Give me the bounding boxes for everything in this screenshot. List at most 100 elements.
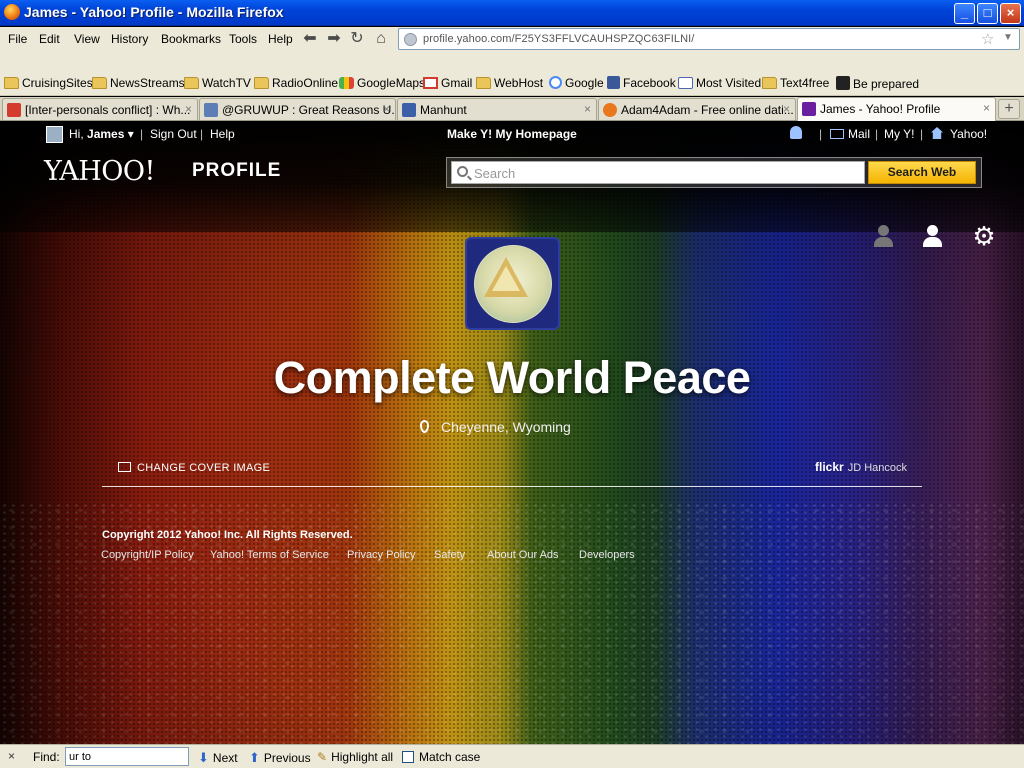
mail-icon[interactable] xyxy=(830,129,844,139)
footer-link-developers[interactable]: Developers xyxy=(579,549,635,561)
close-tab-icon[interactable]: × xyxy=(783,102,790,116)
location-text: Cheyenne, Wyoming xyxy=(441,419,571,435)
bookmark-label: CruisingSites xyxy=(22,76,93,90)
bookmark-newsstreams[interactable]: NewsStreams xyxy=(92,76,185,92)
tab-title: @GRUWUP : Great Reasons U... xyxy=(222,103,396,117)
profile-view-icon[interactable] xyxy=(868,220,900,252)
edit-profile-icon[interactable] xyxy=(918,220,950,252)
footer-link-terms[interactable]: Yahoo! Terms of Service xyxy=(210,549,329,561)
yahoo-profile-page: Hi, James ▾ | Sign Out | Help Make Y! My… xyxy=(0,122,1024,744)
bookmark-label: Most Visited xyxy=(696,76,762,90)
menu-tools[interactable]: Tools xyxy=(229,32,257,46)
bookmark-star-icon[interactable]: ☆ xyxy=(981,30,994,48)
bookmark-facebook[interactable]: Facebook xyxy=(607,76,676,92)
bookmark-googlemaps[interactable]: GoogleMaps xyxy=(339,76,425,92)
folder-icon xyxy=(762,77,777,89)
menu-history[interactable]: History xyxy=(111,32,148,46)
footer-link-ads[interactable]: About Our Ads xyxy=(487,549,559,561)
change-cover-button[interactable]: CHANGE COVER IMAGE xyxy=(118,462,270,474)
yahoo-home-icon[interactable] xyxy=(931,127,943,139)
arrow-up-icon: ⬆ xyxy=(249,750,260,765)
site-identity-icon[interactable] xyxy=(404,33,417,46)
adam4adam-icon xyxy=(603,103,617,117)
yahoo-icon xyxy=(802,102,816,116)
my-yahoo-link[interactable]: My Y! xyxy=(884,127,914,141)
close-tab-icon[interactable]: × xyxy=(584,102,591,116)
close-tab-icon[interactable]: × xyxy=(185,102,192,116)
profile-name: Complete World Peace xyxy=(273,352,751,403)
highlight-all-button[interactable]: ✎ Highlight all xyxy=(317,750,393,764)
menu-view[interactable]: View xyxy=(74,32,100,46)
bookmark-be-prepared[interactable]: Be prepared xyxy=(836,76,919,92)
profile-location: Cheyenne, Wyoming xyxy=(420,419,571,435)
search-input[interactable] xyxy=(474,164,854,182)
match-case-checkbox[interactable] xyxy=(402,751,414,763)
window-titlebar[interactable]: James - Yahoo! Profile - Mozilla Firefox… xyxy=(0,0,1024,26)
reload-icon[interactable]: ↻ xyxy=(347,29,367,49)
photo-credit[interactable]: flickr JD Hancock xyxy=(815,460,907,474)
bookmark-label: Facebook xyxy=(623,76,676,90)
gmail-icon xyxy=(7,103,21,117)
url-dropdown-icon[interactable]: ▼ xyxy=(1003,32,1013,43)
help-link[interactable]: Help xyxy=(210,127,235,141)
close-find-icon[interactable]: × xyxy=(8,749,15,763)
bookmark-most-visited[interactable]: Most Visited xyxy=(678,76,761,92)
bookmark-google[interactable]: Google xyxy=(549,76,604,92)
user-avatar-icon[interactable] xyxy=(46,126,63,143)
find-next-button[interactable]: ⬇ Next xyxy=(198,750,238,766)
match-case-label[interactable]: Match case xyxy=(419,750,480,764)
close-window-button[interactable]: × xyxy=(1000,3,1021,24)
tab-title: [Inter-personals conflict] : Wh... xyxy=(25,103,191,117)
bookmark-text4free[interactable]: Text4free xyxy=(762,76,829,92)
menu-help[interactable]: Help xyxy=(268,32,293,46)
make-homepage-link[interactable]: Make Y! My Homepage xyxy=(447,127,577,141)
menu-file[interactable]: File xyxy=(8,32,27,46)
bookmark-watchtv[interactable]: WatchTV xyxy=(184,76,251,92)
forward-icon[interactable]: ➡ xyxy=(324,29,344,49)
tab-inter-personals[interactable]: [Inter-personals conflict] : Wh... × xyxy=(2,98,198,120)
find-previous-button[interactable]: ⬆ Previous xyxy=(249,750,311,766)
minimize-button[interactable]: _ xyxy=(954,3,975,24)
bookmark-label: Google xyxy=(565,76,604,90)
tab-gruwup[interactable]: @GRUWUP : Great Reasons U... × xyxy=(199,98,396,120)
tab-adam4adam[interactable]: Adam4Adam - Free online dati... × xyxy=(598,98,796,120)
tab-yahoo-profile[interactable]: James - Yahoo! Profile × xyxy=(797,97,996,121)
menu-edit[interactable]: Edit xyxy=(39,32,60,46)
search-icon xyxy=(457,166,468,177)
close-tab-icon[interactable]: × xyxy=(983,101,990,115)
footer-link-copyright[interactable]: Copyright/IP Policy xyxy=(101,549,194,561)
tab-title: James - Yahoo! Profile xyxy=(820,102,941,116)
search-web-button[interactable]: Search Web xyxy=(868,161,976,184)
menu-bookmarks[interactable]: Bookmarks xyxy=(161,32,221,46)
maximize-button[interactable]: □ xyxy=(977,3,998,24)
find-previous-label: Previous xyxy=(263,751,311,765)
back-icon[interactable]: ⬅ xyxy=(300,29,320,49)
bookmark-label: WatchTV xyxy=(202,76,251,90)
url-bar[interactable]: profile.yahoo.com/F25YS3FFLVCAUHSPZQC63F… xyxy=(398,28,1020,50)
mail-link[interactable]: Mail xyxy=(848,127,870,141)
yahoo-logo[interactable]: YAHOO! xyxy=(44,156,155,187)
bookmark-gmail[interactable]: Gmail xyxy=(423,76,472,92)
bookmark-cruisingsites[interactable]: CruisingSites xyxy=(4,76,93,92)
bookmark-radioonline[interactable]: RadioOnline xyxy=(254,76,338,92)
close-tab-icon[interactable]: × xyxy=(383,102,390,116)
tab-manhunt[interactable]: Manhunt × xyxy=(397,98,597,120)
sign-out-link[interactable]: Sign Out xyxy=(150,127,197,141)
yahoo-link[interactable]: Yahoo! xyxy=(950,127,987,141)
footer-link-safety[interactable]: Safety xyxy=(434,549,465,561)
search-box[interactable] xyxy=(451,161,865,184)
profile-avatar[interactable] xyxy=(465,237,560,330)
new-tab-button[interactable]: + xyxy=(998,99,1020,119)
footer-link-privacy[interactable]: Privacy Policy xyxy=(347,549,415,561)
tab-title: Adam4Adam - Free online dati... xyxy=(621,103,794,117)
bookmark-webhost[interactable]: WebHost xyxy=(476,76,543,92)
find-next-label: Next xyxy=(212,751,238,765)
gear-icon[interactable]: ⚙ xyxy=(968,220,1000,252)
avatar-icon xyxy=(204,103,218,117)
user-greeting[interactable]: Hi, James ▾ xyxy=(69,127,134,141)
url-text[interactable]: profile.yahoo.com/F25YS3FFLVCAUHSPZQC63F… xyxy=(423,33,694,45)
home-icon[interactable]: ⌂ xyxy=(371,29,391,49)
folder-icon xyxy=(92,77,107,89)
find-input[interactable] xyxy=(65,747,189,766)
notifications-bell-icon[interactable] xyxy=(790,126,802,139)
